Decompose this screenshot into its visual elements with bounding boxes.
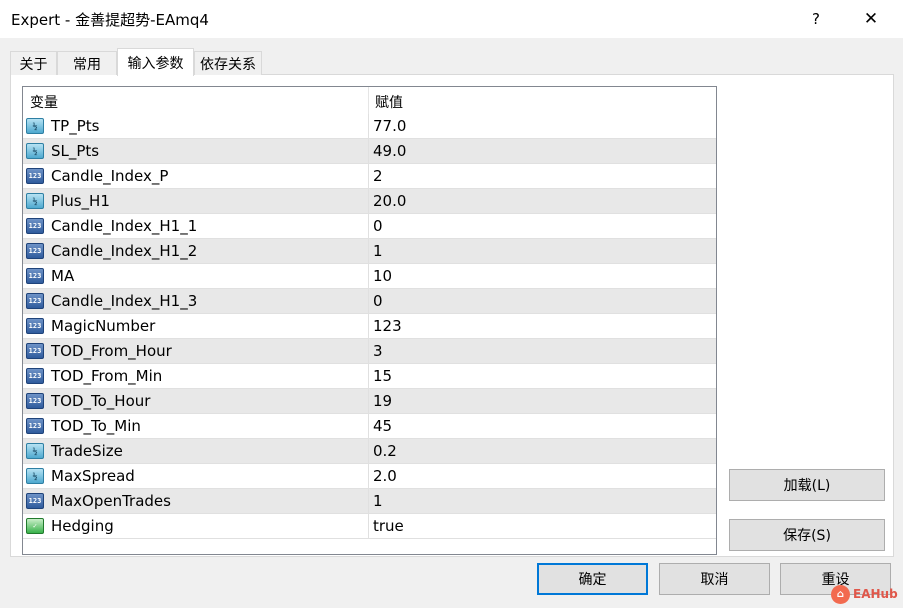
integer-type-icon: 123 <box>26 393 44 409</box>
param-name: TOD_To_Hour <box>51 392 151 410</box>
table-row[interactable]: 123 Candle_Index_H1_2 1 <box>23 239 716 264</box>
integer-type-icon: 123 <box>26 243 44 259</box>
table-row[interactable]: ½ Plus_H1 20.0 <box>23 189 716 214</box>
param-name: TOD_From_Hour <box>51 342 172 360</box>
table-row[interactable]: 123 MagicNumber 123 <box>23 314 716 339</box>
column-header-variable[interactable]: 变量 <box>30 92 58 112</box>
param-value[interactable]: 2.0 <box>373 467 397 485</box>
column-header-value[interactable]: 赋值 <box>375 92 403 112</box>
table-row[interactable]: ½ TP_Pts 77.0 <box>23 114 716 139</box>
table-row[interactable]: ½ TradeSize 0.2 <box>23 439 716 464</box>
table-row[interactable]: ½ MaxSpread 2.0 <box>23 464 716 489</box>
param-name: Candle_Index_H1_2 <box>51 242 198 260</box>
param-value[interactable]: 2 <box>373 167 383 185</box>
integer-type-icon: 123 <box>26 493 44 509</box>
param-name: Candle_Index_P <box>51 167 169 185</box>
param-value[interactable]: 10 <box>373 267 392 285</box>
integer-type-icon: 123 <box>26 168 44 184</box>
table-row[interactable]: 123 Candle_Index_H1_3 0 <box>23 289 716 314</box>
param-value[interactable]: 49.0 <box>373 142 406 160</box>
param-value[interactable]: 77.0 <box>373 117 406 135</box>
watermark: ⌂ EAHub <box>831 583 898 605</box>
param-name: Candle_Index_H1_3 <box>51 292 198 310</box>
param-name: MaxSpread <box>51 467 135 485</box>
close-button[interactable]: ✕ <box>848 0 894 38</box>
bool-type-icon: ✓ <box>26 518 44 534</box>
param-value[interactable]: 0 <box>373 292 383 310</box>
param-name: Hedging <box>51 517 114 535</box>
table-row[interactable]: 123 MaxOpenTrades 1 <box>23 489 716 514</box>
table-row[interactable]: 123 Candle_Index_P 2 <box>23 164 716 189</box>
double-type-icon: ½ <box>26 468 44 484</box>
table-row[interactable]: ✓ Hedging true <box>23 514 716 539</box>
param-value[interactable]: 19 <box>373 392 392 410</box>
table-row[interactable]: 123 TOD_From_Min 15 <box>23 364 716 389</box>
param-value[interactable]: 45 <box>373 417 392 435</box>
double-type-icon: ½ <box>26 443 44 459</box>
integer-type-icon: 123 <box>26 343 44 359</box>
double-type-icon: ½ <box>26 118 44 134</box>
tab-about[interactable]: 关于 <box>10 51 57 75</box>
table-row[interactable]: 123 Candle_Index_H1_1 0 <box>23 214 716 239</box>
param-value[interactable]: 20.0 <box>373 192 406 210</box>
param-name: TradeSize <box>51 442 123 460</box>
tab-inputs[interactable]: 输入参数 <box>117 48 194 76</box>
eahub-logo-icon: ⌂ <box>831 584 850 604</box>
watermark-text: EAHub <box>853 587 898 601</box>
param-name: SL_Pts <box>51 142 100 160</box>
param-value[interactable]: 1 <box>373 242 383 260</box>
double-type-icon: ½ <box>26 193 44 209</box>
table-row[interactable]: 123 TOD_To_Min 45 <box>23 414 716 439</box>
integer-type-icon: 123 <box>26 218 44 234</box>
param-name: MaxOpenTrades <box>51 492 171 510</box>
table-row[interactable]: 123 MA 10 <box>23 264 716 289</box>
param-name: MA <box>51 267 75 285</box>
param-value[interactable]: 0 <box>373 217 383 235</box>
param-name: Candle_Index_H1_1 <box>51 217 198 235</box>
window-title: Expert - 金善提超势-EAmq4 <box>11 11 209 29</box>
integer-type-icon: 123 <box>26 318 44 334</box>
title-bar: Expert - 金善提超势-EAmq4 ? ✕ <box>0 0 903 38</box>
table-row[interactable]: 123 TOD_From_Hour 3 <box>23 339 716 364</box>
param-name: MagicNumber <box>51 317 156 335</box>
param-name: TOD_To_Min <box>51 417 141 435</box>
param-value[interactable]: true <box>373 517 404 535</box>
integer-type-icon: 123 <box>26 368 44 384</box>
param-value[interactable]: 1 <box>373 492 383 510</box>
integer-type-icon: 123 <box>26 293 44 309</box>
table-row[interactable]: ½ SL_Pts 49.0 <box>23 139 716 164</box>
tab-dependencies[interactable]: 依存关系 <box>194 51 262 75</box>
double-type-icon: ½ <box>26 143 44 159</box>
param-value[interactable]: 0.2 <box>373 442 397 460</box>
param-value[interactable]: 15 <box>373 367 392 385</box>
integer-type-icon: 123 <box>26 268 44 284</box>
help-button[interactable]: ? <box>793 0 839 38</box>
column-divider[interactable] <box>368 87 369 114</box>
param-name: Plus_H1 <box>51 192 110 210</box>
cancel-button[interactable]: 取消 <box>659 563 770 595</box>
load-button[interactable]: 加载(L) <box>729 469 885 501</box>
table-row[interactable]: 123 TOD_To_Hour 19 <box>23 389 716 414</box>
grid-header: 变量 赋值 <box>23 87 716 114</box>
param-value[interactable]: 3 <box>373 342 383 360</box>
ok-button[interactable]: 确定 <box>537 563 648 595</box>
parameters-grid[interactable]: 变量 赋值 ½ TP_Pts 77.0 ½ SL_Pts 49.0 123 Ca… <box>22 86 717 555</box>
param-value[interactable]: 123 <box>373 317 402 335</box>
param-name: TOD_From_Min <box>51 367 163 385</box>
save-button[interactable]: 保存(S) <box>729 519 885 551</box>
tab-common[interactable]: 常用 <box>57 51 117 75</box>
integer-type-icon: 123 <box>26 418 44 434</box>
grid-rows: ½ TP_Pts 77.0 ½ SL_Pts 49.0 123 Candle_I… <box>23 114 716 539</box>
param-name: TP_Pts <box>51 117 100 135</box>
